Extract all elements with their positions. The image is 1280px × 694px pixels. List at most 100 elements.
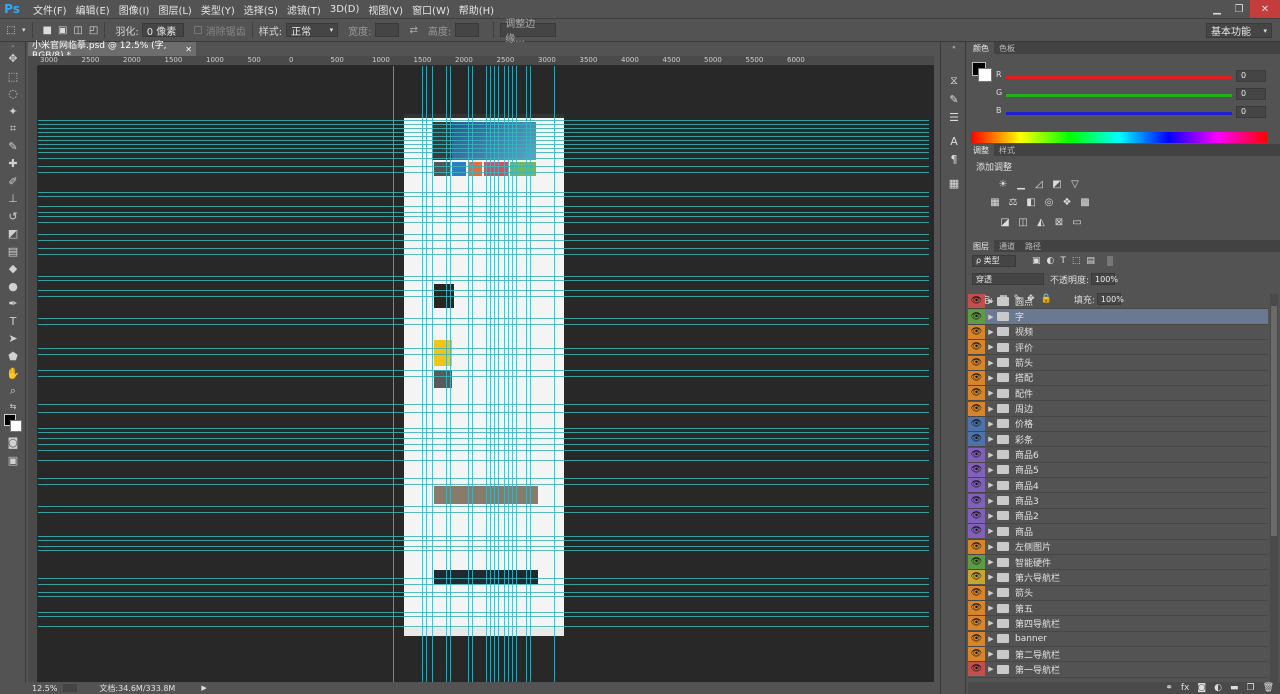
pen-tool-icon[interactable]: ✒ [0,295,26,313]
menu-filter[interactable]: 滤镜(T) [287,2,321,17]
horizontal-guide[interactable] [38,166,929,167]
tab-paths[interactable]: 路径 [1020,240,1046,252]
blue-slider[interactable] [1006,112,1232,115]
menu-view[interactable]: 视图(V) [368,2,403,17]
expand-arrow-icon[interactable]: ▶ [985,451,997,459]
horizontal-guide[interactable] [38,290,929,291]
horizontal-guide[interactable] [38,240,929,241]
horizontal-guide[interactable] [38,324,929,325]
hand-tool-icon[interactable]: ✋ [0,365,26,383]
horizontal-guide[interactable] [38,478,929,479]
expand-arrow-icon[interactable]: ▶ [985,527,997,535]
vertical-guide[interactable] [512,66,513,682]
red-slider[interactable] [1006,76,1232,79]
vertical-guide[interactable] [486,66,487,682]
refine-edge-button[interactable]: 调整边缘... [500,19,557,45]
horizontal-guide[interactable] [38,612,929,613]
antialias-checkbox[interactable] [193,26,202,34]
horizontal-guide[interactable] [38,484,929,485]
expand-arrow-icon[interactable]: ▶ [985,558,997,566]
gradient-map-icon[interactable]: ▭ [1070,216,1084,228]
collapse-icon[interactable]: « [941,42,967,52]
horizontal-guide[interactable] [38,192,929,193]
opacity-input[interactable]: 100% [1091,273,1118,285]
visibility-eye-icon[interactable]: 👁 [968,539,985,554]
magic-wand-tool-icon[interactable]: ✦ [0,103,26,121]
expand-arrow-icon[interactable]: ▶ [985,650,997,658]
visibility-eye-icon[interactable]: 👁 [968,355,985,370]
black-white-icon[interactable]: ◧ [1024,196,1038,208]
horizontal-guide[interactable] [38,546,929,547]
layer-style-icon[interactable]: fx [1181,683,1190,693]
hue-saturation-icon[interactable]: ▦ [988,196,1002,208]
vertical-guide[interactable] [422,66,423,682]
expand-arrow-icon[interactable]: ▶ [985,665,997,673]
filter-shape-icon[interactable]: ⬚ [1072,256,1081,266]
channel-mixer-icon[interactable]: ❖ [1060,196,1074,208]
subtract-selection-icon[interactable]: ◫ [73,25,82,36]
menu-type[interactable]: 类型(Y) [201,2,235,17]
color-spectrum-bar[interactable] [971,132,1267,143]
layer-row[interactable]: 👁 ▶ 智能硬件 [968,555,1268,571]
eraser-tool-icon[interactable]: ◩ [0,225,26,243]
horizontal-guide[interactable] [38,206,929,207]
lasso-tool-icon[interactable]: ◌ [0,85,26,103]
horizontal-guide[interactable] [38,136,929,137]
horizontal-guide[interactable] [38,412,929,413]
visibility-eye-icon[interactable]: 👁 [968,662,985,677]
horizontal-guide[interactable] [38,196,929,197]
visibility-eye-icon[interactable]: 👁 [968,432,985,447]
expand-arrow-icon[interactable]: ▶ [985,328,997,336]
visibility-eye-icon[interactable]: 👁 [968,570,985,585]
zoom-tool-icon[interactable]: ⌕ [0,383,26,401]
layer-row[interactable]: 👁 ▶ 视频 [968,324,1268,341]
horizontal-guide[interactable] [38,248,929,249]
layer-row[interactable]: 👁 ▶ 第二导航栏 [968,647,1268,663]
scroll-thumb[interactable] [1271,306,1277,536]
type-tool-icon[interactable]: T [0,313,26,331]
visibility-eye-icon[interactable]: 👁 [968,324,985,339]
expand-arrow-icon[interactable]: ▶ [985,313,997,321]
vertical-ruler[interactable] [28,66,38,682]
blend-mode-select[interactable]: 穿透 [972,273,1044,285]
threshold-icon[interactable]: ◭ [1034,216,1048,228]
horizontal-guide[interactable] [38,318,929,319]
close-tab-icon[interactable]: ✕ [185,45,192,54]
layer-row[interactable]: 👁 ▶ 商品3 [968,493,1268,509]
horizontal-ruler[interactable]: 3000 2500 2000 1500 1000 500 0 500 1000 1500 2000 2… [38,56,934,66]
visibility-eye-icon[interactable]: 👁 [968,478,985,493]
horizontal-guide[interactable] [38,124,929,125]
horizontal-guide[interactable] [38,584,929,585]
menu-select[interactable]: 选择(S) [244,2,278,17]
menu-edit[interactable]: 编辑(E) [76,2,110,17]
red-value[interactable]: 0 [1236,70,1266,82]
brush-panel-icon[interactable]: ✎ [941,90,967,108]
horizontal-guide[interactable] [38,376,929,377]
expand-arrow-icon[interactable]: ▶ [985,343,997,351]
layer-row[interactable]: 👁 ▶ 商品 [968,524,1268,540]
path-selection-icon[interactable]: ➤ [0,330,26,348]
expand-arrow-icon[interactable]: ▶ [985,604,997,612]
color-lookup-icon[interactable]: ▩ [1078,196,1092,208]
brightness-icon[interactable]: ☀ [996,178,1010,190]
horizontal-guide[interactable] [38,626,929,627]
paragraph-panel-icon[interactable]: ¶ [941,150,967,168]
layer-row[interactable]: 👁 ▶ 第四导航栏 [968,616,1268,632]
quick-mask-icon[interactable]: ◙ [0,434,26,452]
visibility-eye-icon[interactable]: 👁 [968,294,985,309]
add-mask-icon[interactable]: ◙ [1197,683,1206,693]
visibility-eye-icon[interactable]: 👁 [968,555,985,570]
character-panel-icon[interactable]: A [941,132,967,150]
screen-mode-icon[interactable]: ▣ [0,452,26,470]
marquee-tool-icon[interactable]: ⬚ [0,68,26,86]
horizontal-guide[interactable] [38,540,929,541]
vertical-guide[interactable] [508,66,509,682]
visibility-eye-icon[interactable]: 👁 [968,585,985,600]
filter-pixel-icon[interactable]: ▣ [1032,256,1041,266]
delete-layer-icon[interactable]: 🗑 [1263,683,1274,693]
properties-panel-icon[interactable]: ☰ [941,108,967,126]
swap-colors-icon[interactable]: ⇆ [0,400,26,412]
collapse-icon[interactable]: » [0,42,26,50]
visibility-eye-icon[interactable]: 👁 [968,340,985,355]
document-tab[interactable]: 小米官网临摹.psd @ 12.5% (字, RGB/8) * ✕ [28,41,196,61]
